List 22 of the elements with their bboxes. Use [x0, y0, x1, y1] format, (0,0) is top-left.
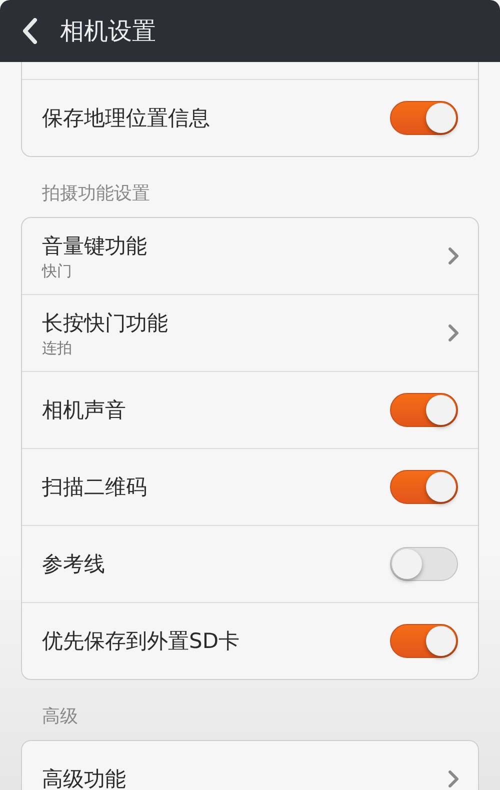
screen-title: 相机设置: [60, 16, 156, 47]
setting-title: 长按快门功能: [42, 310, 168, 336]
toggle-switch[interactable]: [390, 470, 458, 504]
setting-value: 快门: [42, 262, 73, 280]
chevron-right-icon: [448, 247, 460, 265]
toggle-switch[interactable]: [390, 547, 458, 581]
setting-title: 优先保存到外置SD卡: [42, 628, 240, 655]
setting-title: 相机声音: [42, 397, 126, 424]
chevron-right-icon: [448, 770, 460, 788]
chevron-right-icon: [448, 324, 460, 342]
setting-title: 音量键功能: [42, 232, 147, 260]
setting-title: 参考线: [42, 551, 105, 578]
toggle-switch[interactable]: [390, 101, 458, 135]
setting-title: 扫描二维码: [42, 474, 147, 501]
section-label: 高级: [41, 705, 79, 729]
setting-title: 高级功能: [42, 766, 126, 790]
toggle-switch[interactable]: [390, 393, 458, 427]
setting-value: 连拍: [42, 338, 73, 358]
setting-title: 保存地理位置信息: [42, 105, 210, 132]
back-icon[interactable]: [22, 18, 38, 44]
section-label: 拍摄功能设置: [41, 182, 151, 206]
toggle-switch[interactable]: [390, 624, 458, 658]
